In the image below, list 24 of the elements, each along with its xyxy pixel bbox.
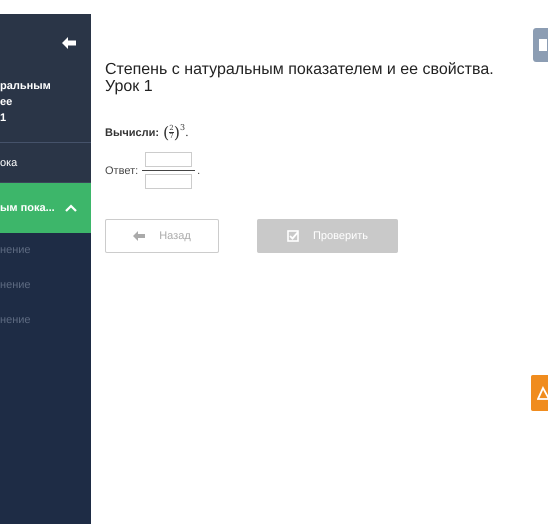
task-label: Вычисли: [105, 126, 160, 138]
caret-icon [65, 204, 77, 212]
parenthesis: ( [163, 123, 170, 142]
sidebar-subitem[interactable]: нение [0, 268, 91, 303]
back-button[interactable]: Назад [105, 219, 219, 253]
warning-icon [537, 386, 548, 400]
checkbox-icon [286, 230, 299, 242]
back-arrow-icon[interactable] [61, 36, 77, 50]
lesson-title: ральным [0, 79, 52, 94]
denominator-field[interactable] [145, 174, 192, 189]
period: . [185, 126, 189, 139]
exponent: 3 [180, 123, 186, 132]
arrow-left-icon [133, 231, 146, 241]
answer-label: Ответ: [105, 164, 138, 176]
parenthesis: ) [174, 123, 180, 142]
sidebar-subitem[interactable]: нение [0, 233, 91, 268]
lesson-title: 1 [0, 111, 8, 126]
lesson-title: ее [0, 95, 14, 110]
page-title: Степень с натуральным показателем и ее свойства. Урок 1 [105, 61, 495, 95]
period: . [197, 164, 200, 176]
sidebar-item[interactable]: ым пока... [0, 183, 91, 233]
sidebar-subitem[interactable]: нение [0, 303, 91, 338]
numerator-field[interactable] [145, 152, 192, 167]
panel-icon [537, 37, 547, 53]
